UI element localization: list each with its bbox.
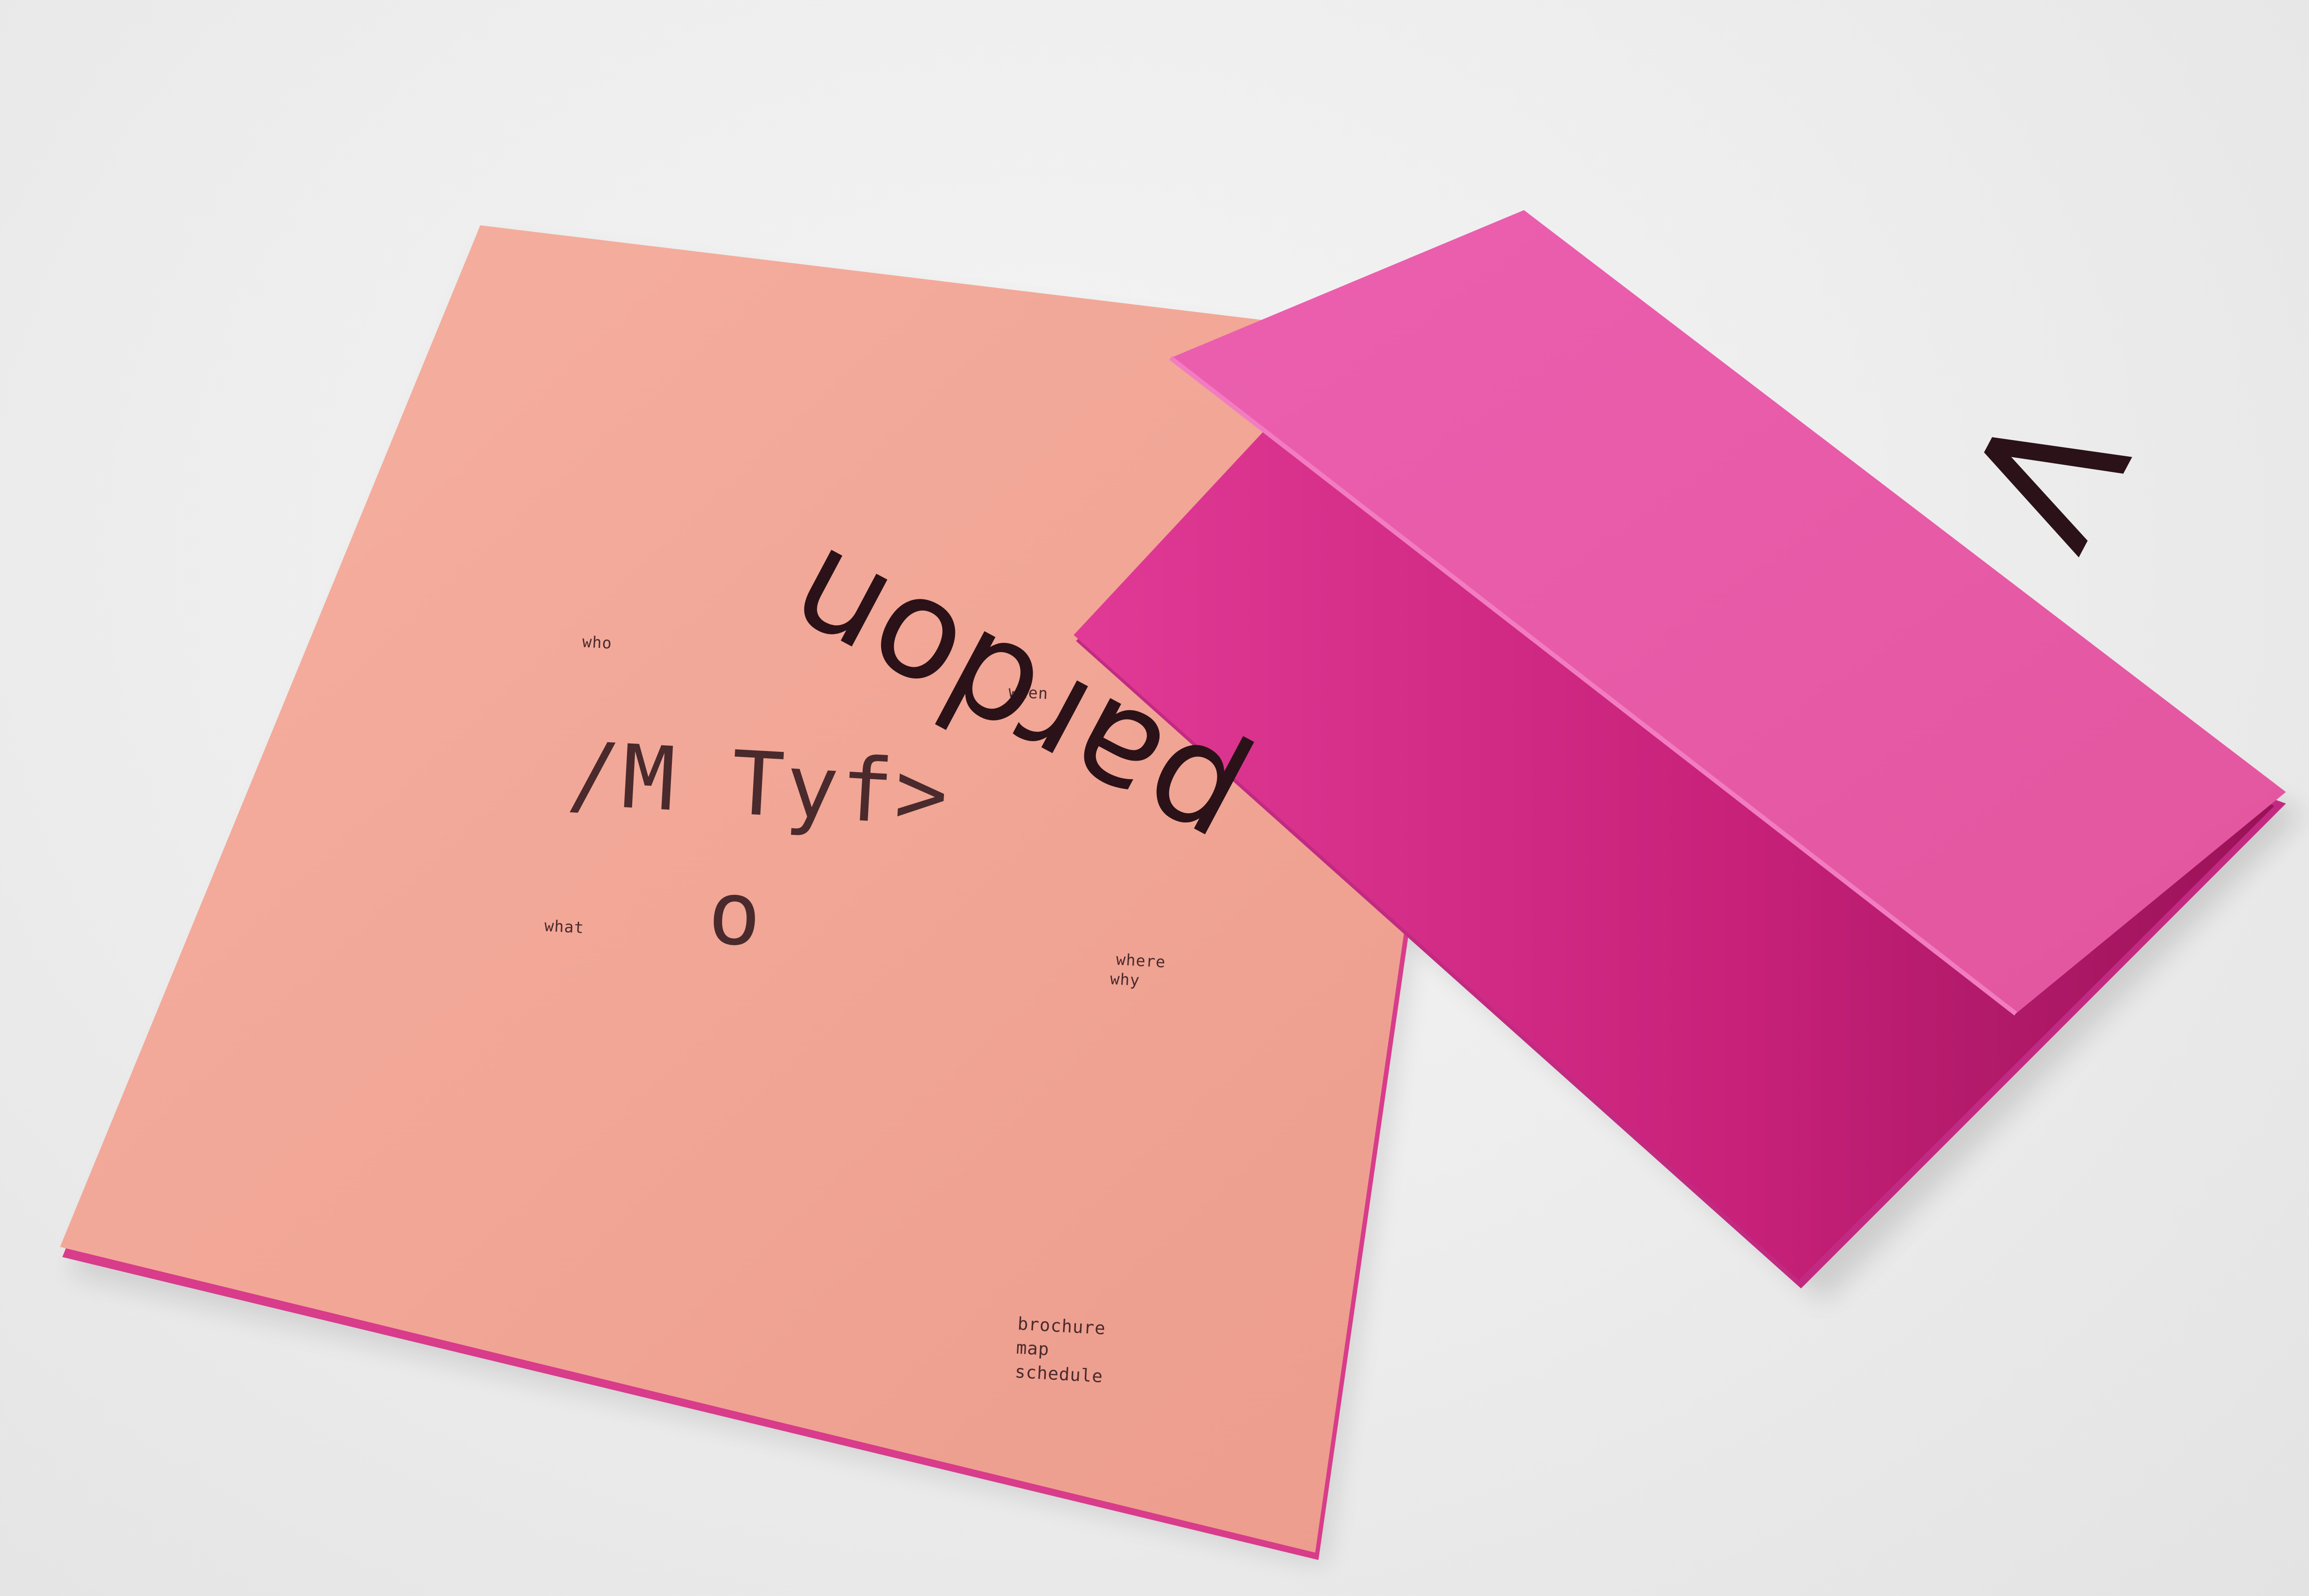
brochure-title-line1: /M Tyf>: [564, 723, 953, 846]
brochure-nav-list: brochure map schedule: [1014, 1312, 1106, 1388]
label-where: where: [1115, 950, 1167, 972]
photo-scene: who when what where why /M Tyf> o brochu…: [0, 0, 2309, 1596]
label-why: why: [1109, 970, 1141, 990]
label-who: who: [581, 633, 613, 653]
brochure-title-line2: o: [705, 861, 766, 967]
nav-item-schedule: schedule: [1014, 1361, 1104, 1387]
label-what: what: [544, 917, 585, 937]
